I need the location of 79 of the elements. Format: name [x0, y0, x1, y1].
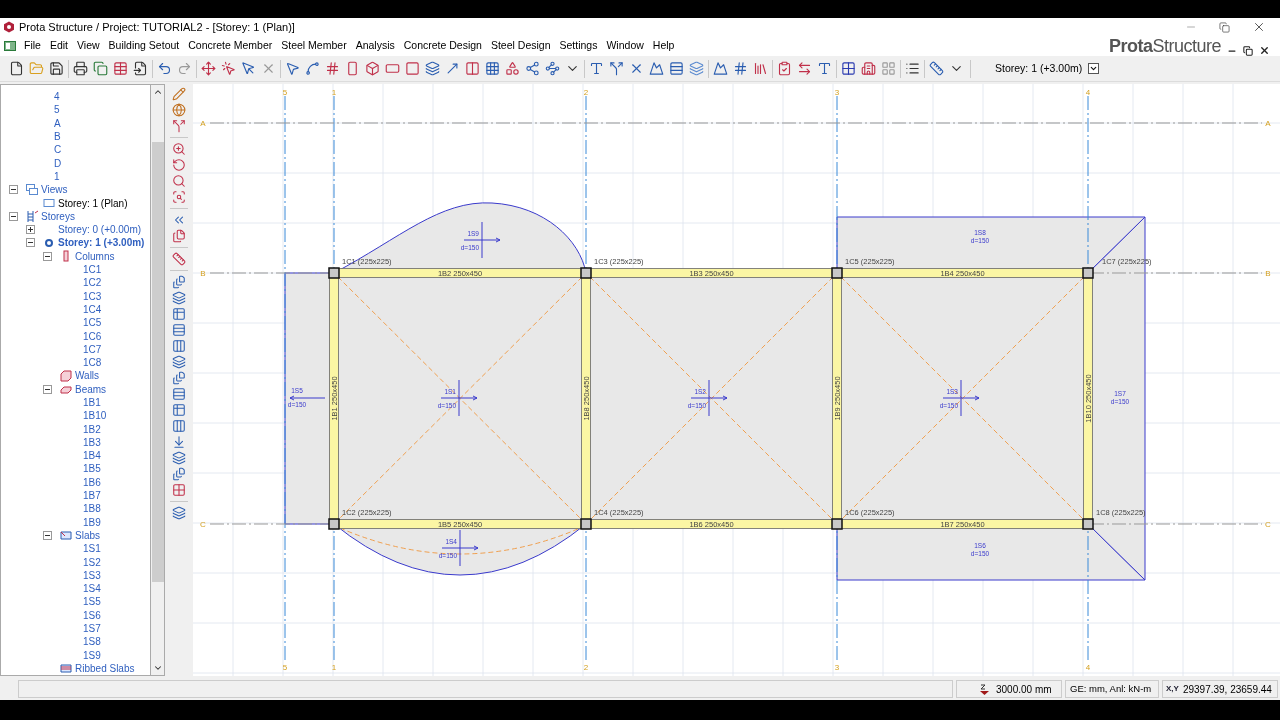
- menu-item[interactable]: Help: [652, 38, 675, 54]
- axis-label: 3: [834, 663, 840, 672]
- axis-label: 5: [282, 88, 288, 97]
- axis-label: 2: [583, 663, 589, 672]
- axis-label: 1: [331, 663, 337, 672]
- axis-label: A: [1265, 119, 1271, 128]
- axis-label: C: [200, 520, 206, 529]
- menu-item[interactable]: Window: [606, 38, 644, 54]
- tree-item[interactable]: 1B6: [83, 474, 101, 490]
- tree-item[interactable]: A: [54, 115, 61, 131]
- axis-label: B: [1265, 269, 1271, 278]
- tree-item[interactable]: Storey: 0 (+0.00m): [58, 222, 142, 238]
- tree-item[interactable]: 5: [54, 102, 60, 118]
- tree-item[interactable]: 1C1: [83, 262, 102, 277]
- tree-item[interactable]: 1B2: [83, 421, 101, 437]
- axis-label: 5: [282, 663, 288, 672]
- menu-item[interactable]: Analysis: [355, 38, 395, 54]
- tree-item[interactable]: 1C5: [83, 315, 102, 331]
- tree-item[interactable]: 1B1: [83, 395, 101, 410]
- menu-item[interactable]: Building Setout: [108, 38, 180, 54]
- tree-item[interactable]: Storey: 1 (+3.00m): [58, 235, 145, 251]
- tree-item[interactable]: 4: [54, 89, 60, 105]
- menu-item[interactable]: File: [24, 38, 41, 54]
- tree-item[interactable]: 1B7: [83, 488, 101, 504]
- units-text: GE: mm, Anl: kN-m: [1070, 681, 1152, 696]
- coordinates-value: 29397.39, 23659.44: [1182, 682, 1272, 697]
- tree-item[interactable]: 1B3: [83, 434, 101, 450]
- tree-item[interactable]: 1C8: [83, 355, 102, 371]
- menu-item[interactable]: Concrete Design: [403, 38, 482, 54]
- tree-item[interactable]: 1S3: [83, 567, 101, 583]
- tree-item[interactable]: 1S8: [83, 634, 101, 650]
- tree-item[interactable]: Views: [41, 182, 68, 198]
- menu-item[interactable]: Steel Member: [281, 38, 347, 54]
- tree-item[interactable]: 1C7: [83, 341, 102, 357]
- menu-item[interactable]: View: [77, 38, 100, 54]
- tree-item[interactable]: 1S1: [83, 541, 101, 557]
- tree-item[interactable]: 1B4: [83, 448, 101, 464]
- tree-item[interactable]: 1C4: [83, 301, 102, 317]
- tree-item[interactable]: Beams: [75, 381, 107, 397]
- tree-item[interactable]: Slabs: [75, 527, 100, 543]
- menu-item[interactable]: Steel Design: [490, 38, 551, 54]
- window-title: Prota Structure / Project: TUTORIAL2 - [Storey: 1 (Plan)]: [19, 19, 295, 35]
- axis-label: 1: [331, 88, 337, 97]
- tree-item[interactable]: Storey: 1 (Plan): [58, 195, 128, 211]
- tree-item[interactable]: 1C6: [83, 328, 102, 344]
- axis-label: 3: [834, 88, 840, 97]
- tree-item[interactable]: 1S5: [83, 594, 101, 610]
- tree-item[interactable]: 1S7: [83, 621, 101, 637]
- tree-item[interactable]: 1S4: [83, 581, 101, 597]
- menu-item[interactable]: Settings: [559, 38, 598, 54]
- menu-item[interactable]: Concrete Member: [188, 38, 273, 54]
- tree-item[interactable]: 1S2: [83, 554, 101, 570]
- tree-item[interactable]: B: [54, 129, 61, 145]
- tree-item[interactable]: 1B10: [83, 408, 107, 424]
- axis-label: 4: [1085, 88, 1091, 97]
- tree-item[interactable]: 1B5: [83, 461, 101, 477]
- axis-label: A: [200, 119, 206, 128]
- tree-item[interactable]: 1C2: [83, 275, 102, 291]
- tree-item[interactable]: Ribbed Slabs: [75, 660, 135, 675]
- axis-label: 2: [583, 88, 589, 97]
- axis-label: B: [200, 269, 206, 278]
- tree-item[interactable]: C: [54, 142, 62, 158]
- axis-label: 4: [1085, 663, 1091, 672]
- tree-item[interactable]: 1B8: [83, 501, 101, 517]
- elevation-value: 3000.00 mm: [996, 682, 1052, 697]
- axis-label: C: [1265, 520, 1271, 529]
- tree-item[interactable]: Walls: [75, 368, 100, 384]
- tree-item[interactable]: 1B9: [83, 514, 101, 530]
- tree-item[interactable]: Columns: [75, 248, 115, 264]
- tree-item[interactable]: Storeys: [41, 208, 75, 224]
- tree-item[interactable]: D: [54, 155, 62, 171]
- storey-label: Storey: 1 (+3.00m): [995, 60, 1083, 76]
- tree-item[interactable]: 1S6: [83, 607, 101, 623]
- menu-item[interactable]: Edit: [49, 38, 68, 54]
- tree-item[interactable]: 1S9: [83, 647, 101, 663]
- coordinates-label: X,Y: [1166, 683, 1179, 695]
- brand-logo: ProtaStructure: [1108, 36, 1221, 56]
- tree-item[interactable]: 1C3: [83, 288, 102, 304]
- tree-item[interactable]: 1: [54, 168, 60, 184]
